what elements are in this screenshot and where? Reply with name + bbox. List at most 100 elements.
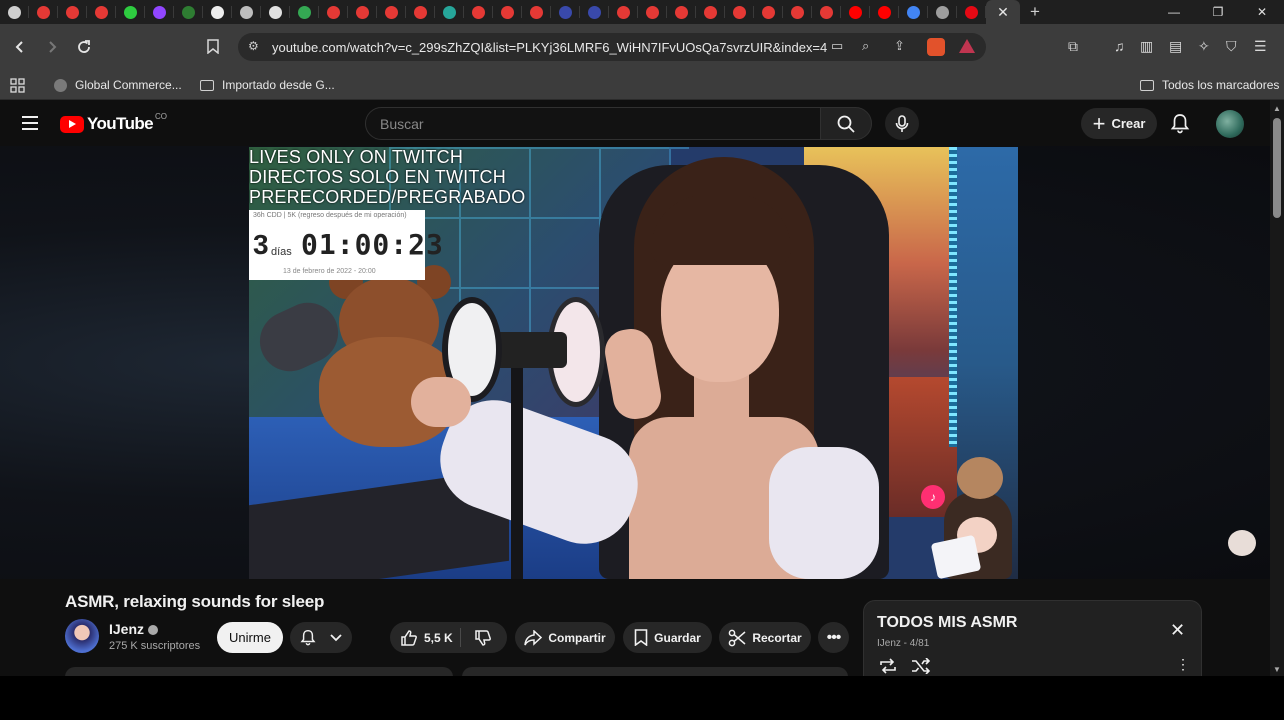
back-button[interactable] [6, 33, 34, 61]
subscription-notifications-button[interactable] [290, 622, 352, 653]
browser-tab[interactable] [0, 0, 29, 24]
browser-tab[interactable] [29, 0, 58, 24]
browser-tab[interactable] [319, 0, 348, 24]
sidebar-icon[interactable]: ▥ [1140, 38, 1153, 55]
screenshot-icon[interactable]: ⧉ [1068, 38, 1078, 55]
site-settings-icon[interactable]: ⚙ [248, 39, 259, 53]
browser-tab[interactable] [87, 0, 116, 24]
search-input[interactable] [380, 116, 800, 132]
browser-tab[interactable] [870, 0, 899, 24]
browser-tab[interactable] [812, 0, 841, 24]
all-bookmarks-folder[interactable]: Todos los marcadores [1140, 78, 1279, 92]
close-tab-icon[interactable]: ✕ [997, 5, 1009, 19]
browser-tab[interactable] [551, 0, 580, 24]
more-actions-button[interactable]: ••• [818, 622, 849, 653]
bookmark-folder-imported[interactable]: Importado desde G... [200, 78, 335, 92]
brave-shields-icon[interactable] [927, 38, 945, 56]
browser-tab[interactable] [58, 0, 87, 24]
browser-tab[interactable] [464, 0, 493, 24]
browser-tab[interactable] [203, 0, 232, 24]
account-avatar[interactable] [1216, 110, 1244, 138]
browser-tab[interactable] [580, 0, 609, 24]
overlay-line: LIVES ONLY ON TWITCH [249, 147, 464, 167]
browser-tab[interactable] [493, 0, 522, 24]
guide-menu-icon[interactable] [22, 116, 38, 130]
reload-button[interactable] [70, 33, 98, 61]
browser-tab[interactable] [725, 0, 754, 24]
share-label: Compartir [548, 630, 606, 645]
browser-tab[interactable] [348, 0, 377, 24]
playlist-panel: TODOS MIS ASMR IJenz - 4/81 ✕ ⋮ [863, 600, 1202, 676]
browser-tab[interactable] [841, 0, 870, 24]
browser-tab[interactable] [638, 0, 667, 24]
share-icon[interactable]: ⇪ [894, 38, 905, 54]
scissors-icon [728, 629, 746, 646]
forward-button[interactable] [38, 33, 66, 61]
browser-tab[interactable] [696, 0, 725, 24]
bookmark-global-commerce[interactable]: Global Commerce... [54, 78, 182, 92]
channel-avatar[interactable] [65, 619, 99, 653]
wallet-icon[interactable]: ▤ [1169, 38, 1182, 55]
browser-tab[interactable] [667, 0, 696, 24]
browser-tab[interactable] [522, 0, 551, 24]
search-button[interactable] [820, 107, 872, 140]
tab-favicon-icon [211, 5, 224, 19]
browser-tab[interactable] [261, 0, 290, 24]
minimize-window-button[interactable]: — [1152, 0, 1196, 24]
close-playlist-icon[interactable]: ✕ [1170, 621, 1185, 639]
leo-ai-icon[interactable]: ✧ [1198, 38, 1210, 55]
browser-tab[interactable] [116, 0, 145, 24]
browser-tab-active[interactable]: ✕ [986, 0, 1020, 24]
brave-rewards-icon[interactable] [959, 39, 975, 53]
youtube-logo[interactable]: YouTube CO [60, 112, 167, 134]
join-button[interactable]: Unirme [217, 622, 283, 653]
browser-tab[interactable] [174, 0, 203, 24]
scroll-up-arrow-icon[interactable]: ▲ [1273, 104, 1281, 113]
browser-tab[interactable] [928, 0, 957, 24]
browser-tab[interactable] [609, 0, 638, 24]
share-button[interactable]: Compartir [515, 622, 615, 653]
browser-tab[interactable] [783, 0, 812, 24]
clip-button[interactable]: Recortar [719, 622, 811, 653]
browser-tab[interactable] [377, 0, 406, 24]
browser-tab[interactable] [754, 0, 783, 24]
new-tab-button[interactable]: + [1020, 2, 1050, 22]
like-button[interactable]: 5,5 K [400, 629, 453, 647]
browser-tab[interactable] [435, 0, 464, 24]
bookmark-icon [634, 629, 648, 646]
dislike-button[interactable] [474, 629, 498, 650]
scroll-down-arrow-icon[interactable]: ▼ [1273, 665, 1281, 674]
browser-tab[interactable] [957, 0, 986, 24]
voice-search-button[interactable] [885, 107, 919, 140]
media-icon[interactable]: ♫ [1114, 38, 1125, 54]
page-scrollbar[interactable]: ▲ ▼ [1270, 100, 1284, 676]
address-bar[interactable]: ⚙ youtube.com/watch?v=c_299sZhZQI&list=P… [238, 33, 986, 61]
channel-name-link[interactable]: IJenz [109, 621, 159, 637]
playlist-title[interactable]: TODOS MIS ASMR [877, 614, 1017, 632]
browser-tab[interactable] [290, 0, 319, 24]
vpn-shield-icon[interactable]: ⛉ [1226, 38, 1237, 55]
browser-tab[interactable] [232, 0, 261, 24]
countdown-header: 36h CDD | 5K (regreso después de mi oper… [253, 212, 407, 219]
create-button[interactable]: + Crear [1081, 108, 1157, 139]
tab-favicon-icon [675, 5, 688, 19]
cast-icon[interactable]: ▭ [831, 38, 843, 54]
bookmark-page-icon[interactable] [207, 39, 219, 59]
browser-tab[interactable] [406, 0, 435, 24]
apps-icon[interactable] [10, 78, 25, 93]
close-window-button[interactable]: ✕ [1240, 0, 1284, 24]
scrollbar-thumb[interactable] [1273, 118, 1281, 218]
browser-tab[interactable] [145, 0, 174, 24]
tab-favicon-icon [124, 5, 137, 19]
menu-icon[interactable]: ☰ [1254, 38, 1267, 55]
tab-favicon-icon [820, 5, 833, 19]
zoom-icon[interactable]: ⌕ [862, 38, 869, 54]
playlist-owner[interactable]: IJenz [877, 638, 901, 649]
video-player[interactable]: ♪ LIVES ONLY ON TWITCH DIRECTOS SOLO EN … [249, 147, 1018, 579]
notifications-button[interactable] [1170, 113, 1190, 139]
browser-tab[interactable] [899, 0, 928, 24]
restore-window-button[interactable]: ❐ [1196, 0, 1240, 24]
save-button[interactable]: Guardar [623, 622, 712, 653]
plus-icon: + [1092, 110, 1106, 136]
playlist-more-icon[interactable]: ⋮ [1176, 657, 1190, 671]
